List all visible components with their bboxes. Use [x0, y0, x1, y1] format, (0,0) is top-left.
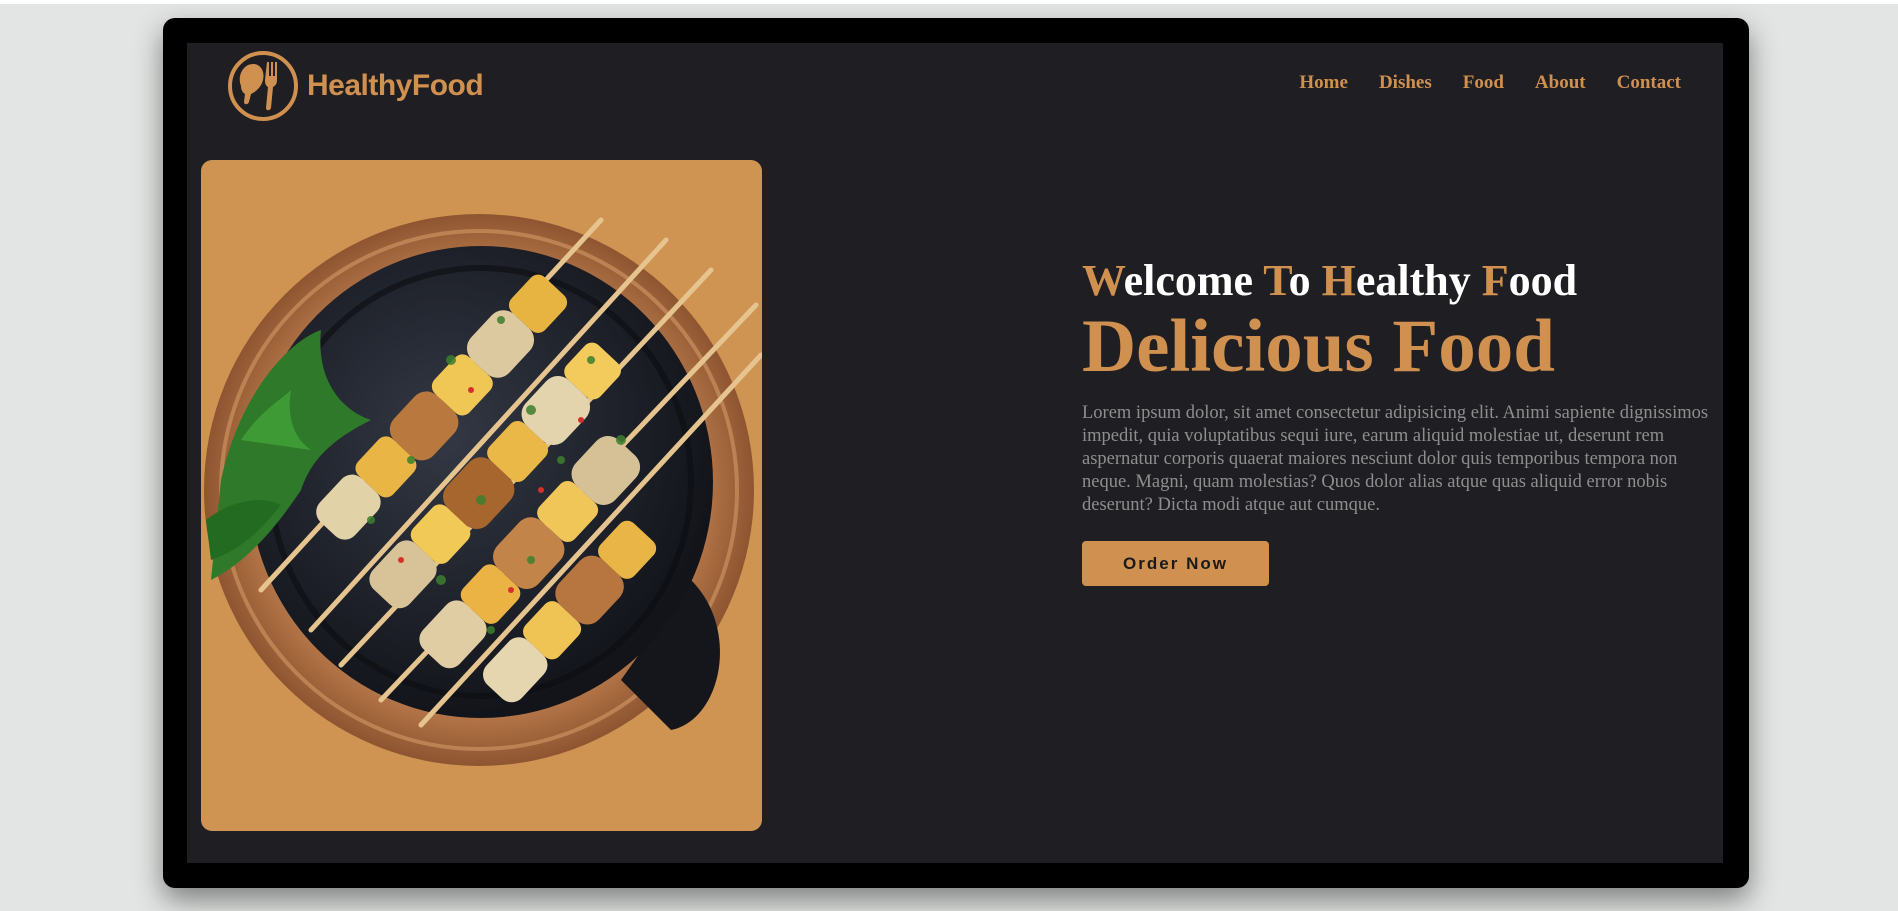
top-edge-strip: [0, 0, 1898, 4]
nav-link-about[interactable]: About: [1535, 72, 1586, 94]
chicken-skewers-image: [204, 214, 762, 766]
nav-link-food[interactable]: Food: [1463, 72, 1504, 94]
brand-logo[interactable]: HealthyFood: [227, 50, 484, 122]
device-frame: HealthyFood Home Dishes Food About Conta…: [163, 18, 1749, 888]
spoon-fork-logo-icon: [228, 51, 298, 121]
hero-image-card: [201, 160, 762, 831]
welcome-word-initial: H: [1321, 256, 1356, 305]
order-now-button[interactable]: Order Now: [1082, 541, 1269, 586]
welcome-word-rest: ealthy: [1355, 256, 1471, 305]
welcome-word-rest: o: [1288, 256, 1311, 305]
hero-description: Lorem ipsum dolor, sit amet consectetur …: [1082, 403, 1709, 515]
nav-link-dishes[interactable]: Dishes: [1379, 72, 1432, 94]
welcome-word-initial: T: [1263, 256, 1289, 305]
nav-link-home[interactable]: Home: [1299, 72, 1348, 94]
nav-link-contact[interactable]: Contact: [1617, 72, 1681, 94]
welcome-word-rest: ood: [1508, 256, 1578, 305]
welcome-word-initial: W: [1082, 256, 1124, 305]
site-screen: HealthyFood Home Dishes Food About Conta…: [187, 43, 1723, 863]
main-nav: Home Dishes Food About Contact: [1299, 72, 1681, 94]
welcome-word-rest: elcome: [1123, 256, 1254, 305]
brand-name: HealthyFood: [307, 69, 484, 102]
hero-content: Welcome To Healthy Food Delicious Food L…: [1082, 259, 1722, 586]
welcome-heading: Welcome To Healthy Food: [1082, 259, 1722, 303]
welcome-word-initial: F: [1481, 256, 1509, 305]
hero-title: Delicious Food: [1082, 305, 1555, 388]
